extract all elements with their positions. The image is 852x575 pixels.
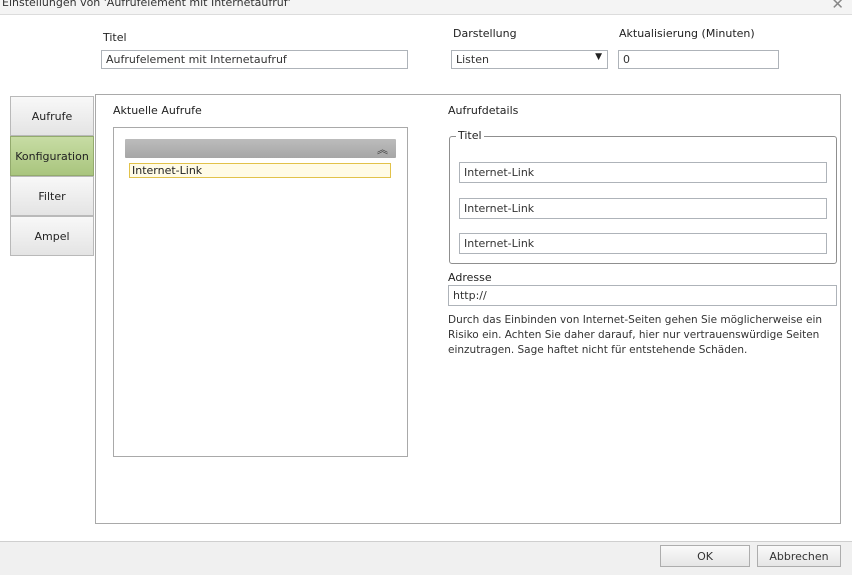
address-input[interactable]: http:// (448, 285, 837, 306)
call-details-label: Aufrufdetails (448, 104, 519, 117)
title-field-1[interactable]: Internet-Link (459, 162, 827, 183)
window-title: Einstellungen von 'Aufrufelement mit Int… (2, 0, 291, 9)
cancel-button[interactable]: Abbrechen (757, 545, 841, 567)
tab-konfiguration[interactable]: Konfiguration (10, 136, 94, 176)
tab-filter[interactable]: Filter (10, 176, 94, 216)
tab-label: Filter (38, 189, 66, 203)
tab-aufrufe[interactable]: Aufrufe (10, 96, 94, 136)
list-group-header[interactable]: ︽ (125, 139, 396, 158)
title-field-3[interactable]: Internet-Link (459, 233, 827, 254)
title-label: Titel (103, 31, 127, 44)
refresh-label: Aktualisierung (Minuten) (619, 27, 755, 40)
title-input[interactable]: Aufrufelement mit Internetaufruf (101, 50, 408, 69)
display-select-value: Listen (456, 53, 489, 66)
tab-label: Aufrufe (31, 109, 73, 123)
display-select[interactable]: Listen ▼ (451, 50, 608, 69)
title-group-legend: Titel (456, 129, 484, 142)
collapse-chevron-icon[interactable]: ︽ (377, 141, 388, 157)
window-titlebar: Einstellungen von 'Aufrufelement mit Int… (0, 0, 852, 15)
tab-ampel[interactable]: Ampel (10, 216, 94, 256)
tab-label: Konfiguration (15, 149, 89, 163)
refresh-input[interactable]: 0 (618, 50, 779, 69)
current-calls-label: Aktuelle Aufrufe (113, 104, 202, 117)
title-field-2[interactable]: Internet-Link (459, 198, 827, 219)
list-item[interactable]: Internet-Link (129, 163, 391, 178)
address-label: Adresse (448, 271, 492, 284)
ok-button[interactable]: OK (660, 545, 750, 567)
security-note: Durch das Einbinden von Internet-Seiten … (448, 314, 823, 356)
dropdown-arrow-icon[interactable]: ▼ (595, 52, 602, 62)
close-icon[interactable]: ✕ (831, 0, 844, 13)
tab-label: Ampel (34, 229, 70, 243)
display-label: Darstellung (453, 27, 517, 40)
